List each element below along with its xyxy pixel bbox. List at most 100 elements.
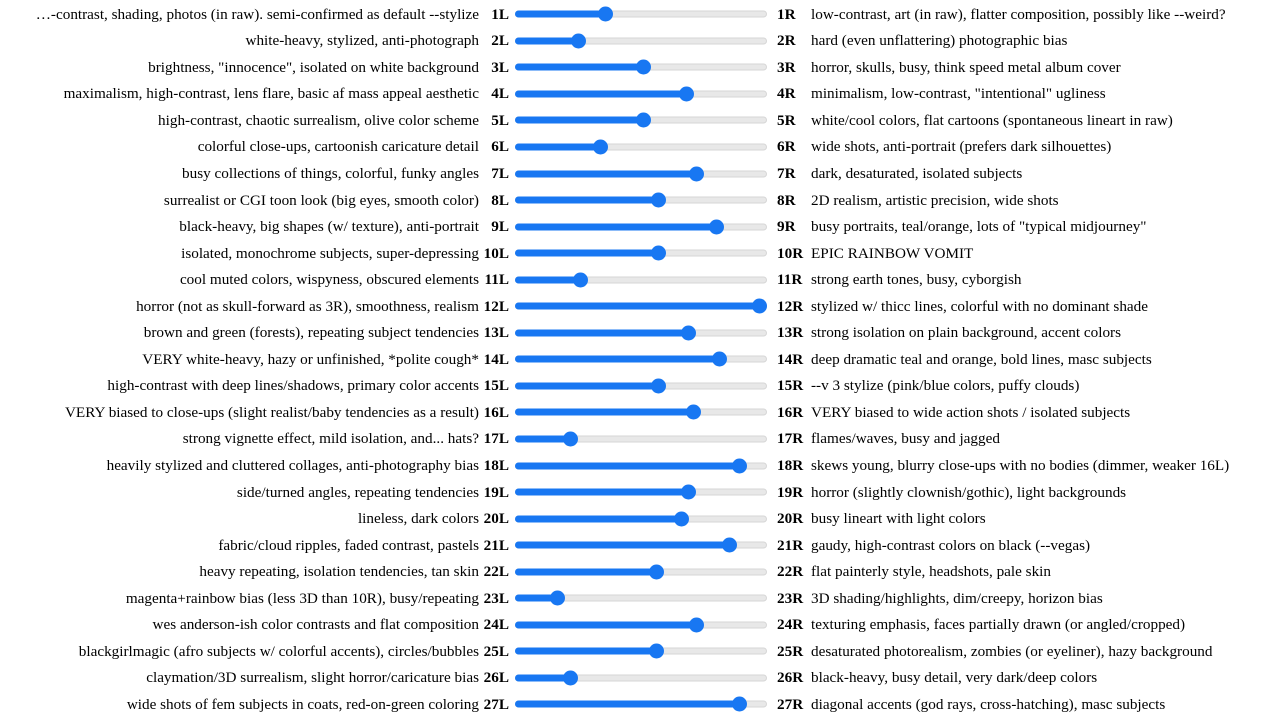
bipolar-slider[interactable]: [515, 615, 767, 635]
bipolar-slider[interactable]: [515, 509, 767, 529]
slider-row: white-heavy, stylized, anti-photograph 2L…: [0, 28, 1280, 55]
slider-row: brown and green (forests), repeating sub…: [0, 320, 1280, 347]
slider-thumb[interactable]: [636, 112, 652, 128]
bipolar-slider[interactable]: [515, 456, 767, 476]
left-pole-label: side/turned angles, repeating tendencies: [236, 483, 479, 501]
right-pole-index: 26R: [777, 669, 804, 687]
bipolar-slider[interactable]: [515, 535, 767, 555]
bipolar-slider[interactable]: [515, 668, 767, 688]
bipolar-slider[interactable]: [515, 376, 767, 396]
slider-row: colorful close-ups, cartoonish caricatur…: [0, 134, 1280, 161]
right-pole-index: 23R: [777, 589, 804, 607]
slider-thumb[interactable]: [598, 6, 614, 22]
right-pole-label: gaudy, high-contrast colors on black (--…: [811, 536, 1091, 554]
left-pole-label: VERY white-heavy, hazy or unfinished, *p…: [142, 350, 479, 368]
right-pole-index: 5R: [777, 111, 796, 129]
slider-thumb[interactable]: [751, 298, 767, 314]
bipolar-slider[interactable]: [515, 243, 767, 263]
slider-thumb[interactable]: [688, 617, 704, 633]
bipolar-slider[interactable]: [515, 429, 767, 449]
slider-thumb[interactable]: [731, 458, 747, 474]
slider-thumb[interactable]: [686, 404, 702, 420]
slider-thumb[interactable]: [673, 511, 689, 527]
bipolar-slider[interactable]: [515, 110, 767, 130]
left-pole-label: busy collections of things, colorful, fu…: [182, 164, 479, 182]
left-pole-index: 15L: [483, 377, 509, 395]
left-pole-index: 23L: [483, 589, 509, 607]
bipolar-slider[interactable]: [515, 217, 767, 237]
slider-fill: [515, 355, 720, 363]
bipolar-slider[interactable]: [515, 482, 767, 502]
left-pole-label: white-heavy, stylized, anti-photograph: [245, 32, 479, 50]
slider-thumb[interactable]: [681, 484, 697, 500]
slider-fill: [515, 143, 601, 151]
bipolar-slider[interactable]: [515, 588, 767, 608]
bipolar-slider[interactable]: [515, 84, 767, 104]
slider-row: cool muted colors, wispyness, obscured e…: [0, 266, 1280, 293]
left-pole-label: wide shots of fem subjects in coats, red…: [126, 695, 479, 713]
slider-thumb[interactable]: [562, 431, 578, 447]
left-pole-label: fabric/cloud ripples, faded contrast, pa…: [218, 536, 479, 554]
bipolar-slider[interactable]: [515, 694, 767, 714]
left-pole-label: high-contrast, chaotic surrealism, olive…: [158, 111, 479, 129]
left-pole-index: 14L: [483, 350, 509, 368]
slider-thumb[interactable]: [711, 351, 727, 367]
slider-thumb[interactable]: [651, 378, 667, 394]
slider-thumb[interactable]: [648, 564, 664, 580]
slider-thumb[interactable]: [709, 219, 725, 235]
slider-thumb[interactable]: [648, 643, 664, 659]
bipolar-slider[interactable]: [515, 4, 767, 24]
right-pole-label: deep dramatic teal and orange, bold line…: [811, 350, 1152, 368]
slider-row: surrealist or CGI toon look (big eyes, s…: [0, 187, 1280, 214]
right-pole-label: low-contrast, art (in raw), flatter comp…: [811, 5, 1226, 23]
slider-thumb[interactable]: [550, 590, 566, 606]
right-pole-index: 13R: [777, 324, 804, 342]
bipolar-slider[interactable]: [515, 57, 767, 77]
right-pole-index: 19R: [777, 483, 804, 501]
bipolar-slider[interactable]: [515, 562, 767, 582]
slider-thumb[interactable]: [636, 59, 652, 75]
slider-fill: [515, 10, 606, 18]
right-pole-index: 10R: [777, 244, 804, 262]
slider-thumb[interactable]: [593, 139, 609, 155]
bipolar-slider[interactable]: [515, 323, 767, 343]
slider-thumb[interactable]: [651, 245, 667, 261]
left-pole-label: magenta+rainbow bias (less 3D than 10R),…: [125, 589, 479, 607]
bipolar-slider[interactable]: [515, 402, 767, 422]
bipolar-slider[interactable]: [515, 164, 767, 184]
slider-thumb[interactable]: [721, 537, 737, 553]
bipolar-slider[interactable]: [515, 296, 767, 316]
slider-thumb[interactable]: [562, 670, 578, 686]
left-pole-index: 5L: [491, 111, 509, 129]
slider-thumb[interactable]: [570, 33, 586, 49]
left-pole-label: brightness, "innocence", isolated on whi…: [148, 58, 479, 76]
slider-thumb[interactable]: [731, 696, 747, 712]
left-pole-label: …-contrast, shading, photos (in raw). se…: [35, 5, 479, 23]
left-pole-index: 18L: [483, 456, 509, 474]
bipolar-slider[interactable]: [515, 190, 767, 210]
right-pole-index: 2R: [777, 32, 796, 50]
bipolar-slider[interactable]: [515, 31, 767, 51]
slider-fill: [515, 223, 717, 231]
left-pole-index: 21L: [483, 536, 509, 554]
right-pole-label: texturing emphasis, faces partially draw…: [811, 616, 1186, 634]
bipolar-slider[interactable]: [515, 270, 767, 290]
slider-thumb[interactable]: [681, 325, 697, 341]
slider-thumb[interactable]: [688, 166, 704, 182]
slider-fill: [515, 302, 760, 310]
slider-thumb[interactable]: [573, 272, 589, 288]
right-pole-index: 8R: [777, 191, 796, 209]
right-pole-label: flat painterly style, headshots, pale sk…: [811, 563, 1051, 581]
slider-thumb[interactable]: [678, 86, 694, 102]
slider-thumb[interactable]: [651, 192, 667, 208]
bipolar-slider[interactable]: [515, 641, 767, 661]
bipolar-slider[interactable]: [515, 137, 767, 157]
bipolar-slider[interactable]: [515, 349, 767, 369]
left-pole-label: VERY biased to close-ups (slight realist…: [64, 403, 479, 421]
right-pole-index: 12R: [777, 297, 804, 315]
left-pole-label: cool muted colors, wispyness, obscured e…: [179, 271, 479, 289]
right-pole-label: 3D shading/highlights, dim/creepy, horiz…: [811, 589, 1103, 607]
right-pole-label: busy lineart with light colors: [811, 510, 986, 528]
slider-row: heavy repeating, isolation tendencies, t…: [0, 558, 1280, 585]
slider-fill: [515, 249, 659, 257]
